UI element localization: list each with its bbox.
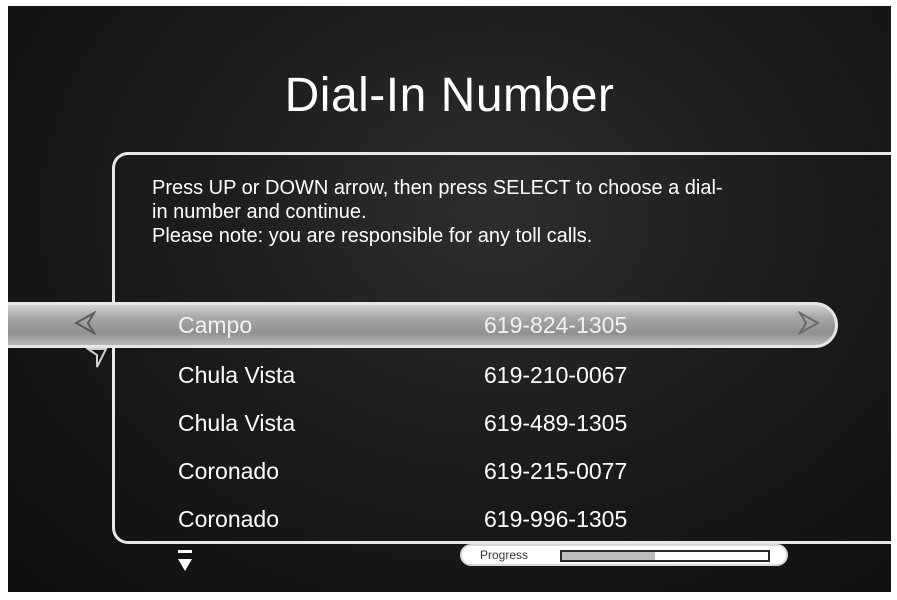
progress-indicator: Progress: [460, 544, 788, 566]
phone-number: 619-824-1305: [484, 312, 628, 338]
instructions-line: Please note: you are responsible for any…: [152, 225, 593, 247]
list-item-selected[interactable]: Campo 619-824-1305: [8, 304, 891, 344]
instructions-line: Press UP or DOWN arrow, then press SELEC…: [152, 177, 723, 199]
city-label: Coronado: [178, 506, 280, 532]
list-item[interactable]: Chula Vista 619-210-0067: [8, 354, 891, 394]
progress-track: [560, 550, 770, 562]
instructions-line: in number and continue.: [152, 201, 367, 223]
phone-number: 619-215-0077: [484, 458, 628, 484]
phone-number: 619-489-1305: [484, 410, 628, 436]
list-item[interactable]: Coronado 619-215-0077: [8, 450, 891, 490]
up-arrow-icon[interactable]: [84, 347, 108, 375]
city-label: Chula Vista: [178, 362, 296, 388]
progress-fill: [562, 552, 655, 560]
city-label: Coronado: [178, 458, 280, 484]
down-arrow-icon[interactable]: [178, 550, 192, 574]
left-arrow-icon[interactable]: [73, 310, 97, 341]
phone-number: 619-210-0067: [484, 362, 628, 388]
progress-label: Progress: [480, 548, 529, 562]
tv-screen: Dial-In Number Press UP or DOWN arrow, t…: [8, 6, 891, 592]
right-arrow-icon[interactable]: [797, 310, 821, 341]
instructions: Press UP or DOWN arrow, then press SELEC…: [152, 176, 842, 248]
page-title: Dial-In Number: [284, 69, 615, 122]
list-item[interactable]: Chula Vista 619-489-1305: [8, 402, 891, 442]
city-label: Chula Vista: [178, 410, 296, 436]
phone-number: 619-996-1305: [484, 506, 628, 532]
list-item[interactable]: Coronado 619-996-1305: [8, 498, 891, 538]
city-label: Campo: [178, 312, 253, 338]
